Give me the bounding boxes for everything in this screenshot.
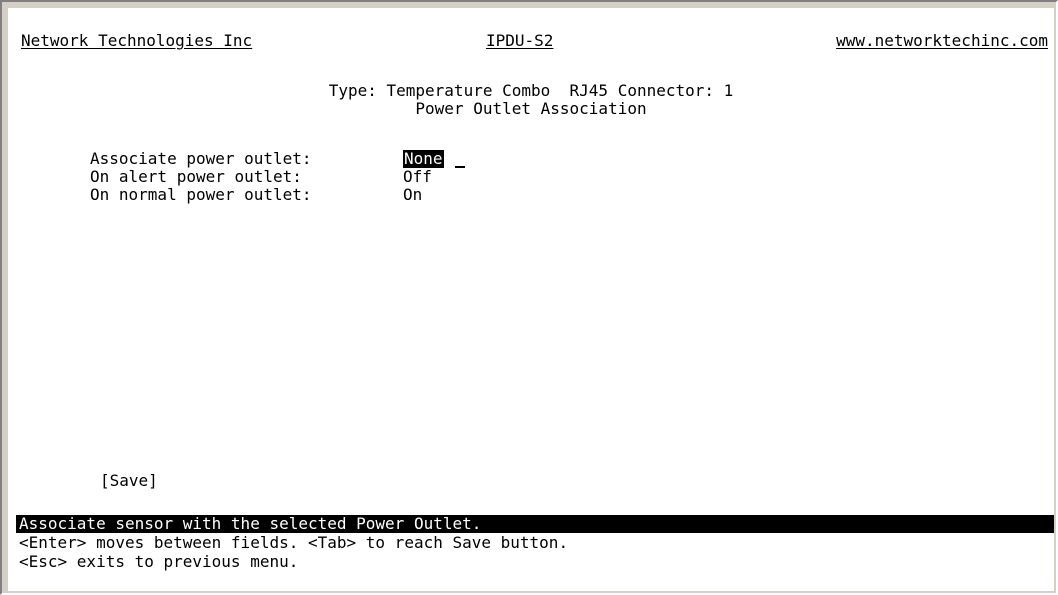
associate-outlet-label: Associate power outlet: [90, 149, 312, 168]
page-subtitle-sensor-info: Type: Temperature Combo RJ45 Connector: … [328, 81, 734, 100]
terminal-window-frame: Network Technologies Inc IPDU-S2 www.net… [0, 0, 1058, 595]
normal-outlet-label: On normal power outlet: [90, 185, 312, 204]
text-cursor [455, 166, 465, 168]
help-text-navigation: <Enter> moves between fields. <Tab> to r… [19, 533, 569, 552]
save-button[interactable]: [Save] [100, 472, 158, 490]
header-company-name: Network Technologies Inc [21, 31, 253, 50]
status-bar: Associate sensor with the selected Power… [16, 515, 1054, 533]
header-model-name: IPDU-S2 [486, 31, 554, 50]
associate-outlet-field[interactable]: None [403, 150, 444, 168]
terminal-screen[interactable]: Network Technologies Inc IPDU-S2 www.net… [8, 8, 1054, 591]
normal-outlet-field[interactable]: On [403, 186, 422, 204]
alert-outlet-label: On alert power outlet: [90, 167, 302, 186]
header-website-url: www.networktechinc.com [836, 31, 1048, 50]
page-title: Power Outlet Association [415, 99, 647, 118]
help-text-escape: <Esc> exits to previous menu. [19, 552, 299, 571]
alert-outlet-field[interactable]: Off [403, 168, 432, 186]
